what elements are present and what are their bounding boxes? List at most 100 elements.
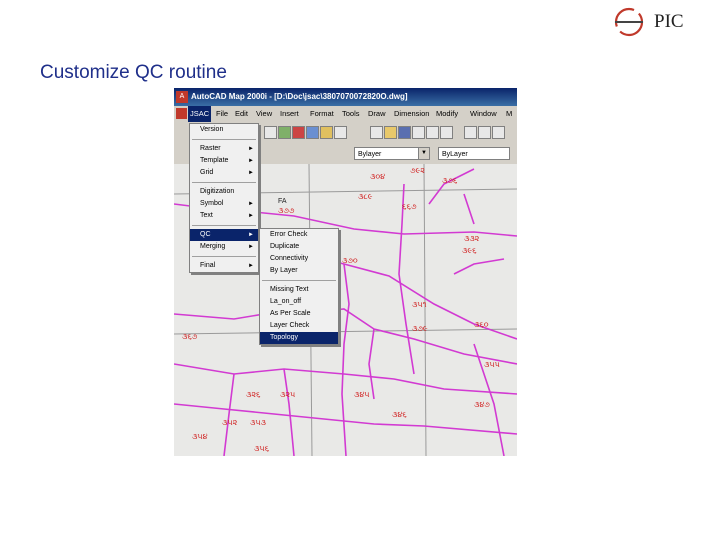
menu-item-label: Error Check <box>270 231 308 238</box>
submenu-arrow-icon: ► <box>248 201 254 207</box>
menu-format[interactable]: Format <box>308 106 336 122</box>
map-label: ૩૨૬ <box>246 390 261 399</box>
layer-icon[interactable] <box>278 126 291 139</box>
menu-item-duplicate[interactable]: Duplicate <box>260 241 338 253</box>
menu-item-version[interactable]: Version <box>190 124 258 136</box>
map-label: ૩૫૬ <box>254 444 270 453</box>
document-system-icon[interactable] <box>176 108 187 119</box>
submenu-arrow-icon: ► <box>248 170 254 176</box>
menu-item-label: Raster <box>200 145 221 152</box>
menu-item-grid[interactable]: Grid ► <box>190 167 258 179</box>
map-label: ૩૫૩ <box>250 418 266 427</box>
map-label: ૩૭૯ <box>412 324 428 333</box>
autocad-screenshot: A AutoCAD Map 2000i - [D:\Doc\jsac\38070… <box>174 88 517 456</box>
copy-icon[interactable] <box>478 126 491 139</box>
menu-item-label: By Layer <box>270 267 298 274</box>
menu-item-label: Template <box>200 157 229 164</box>
menu-item-missing-text[interactable]: Missing Text <box>260 284 338 296</box>
menu-item-final[interactable]: Final ► <box>190 260 258 272</box>
menu-item-label: Layer Check <box>270 322 310 329</box>
menu-draw[interactable]: Draw <box>366 106 388 122</box>
linetype-combo[interactable]: ByLayer <box>438 147 510 160</box>
menu-item-as-per-scale[interactable]: As Per Scale <box>260 308 338 320</box>
menu-modify[interactable]: Modify <box>434 106 460 122</box>
menu-insert[interactable]: Insert <box>278 106 301 122</box>
map-label: ૩૮૯ <box>358 192 373 201</box>
new-file-icon[interactable] <box>370 126 383 139</box>
map-label: ૩૬૦ <box>474 320 489 329</box>
map-label: ૩૯૬ <box>462 246 477 255</box>
paste-icon[interactable] <box>492 126 505 139</box>
map-label: ૭૯૨ <box>410 166 425 175</box>
print-preview-icon[interactable] <box>412 126 425 139</box>
submenu-arrow-icon: ► <box>248 244 254 250</box>
menu-jsac[interactable]: JSAC <box>188 106 212 122</box>
menu-item-topology[interactable]: Topology <box>260 332 338 344</box>
menu-item-label: Duplicate <box>270 243 300 250</box>
submenu-arrow-icon: ► <box>248 213 254 219</box>
menu-item-label: Version <box>200 126 224 133</box>
menu-separator <box>192 182 256 183</box>
menu-edit[interactable]: Edit <box>233 106 250 122</box>
menu-item-label: Digitization <box>200 188 235 195</box>
menu-item-text[interactable]: Text ► <box>190 210 258 222</box>
undo-icon[interactable] <box>334 126 347 139</box>
map-label: ૩૪૬ <box>392 410 407 419</box>
submenu-arrow-icon: ► <box>248 158 254 164</box>
map-label: ૬૬૭ <box>402 202 417 211</box>
color-combo[interactable]: Bylayer ▼ <box>354 147 430 160</box>
window-title: AutoCAD Map 2000i - [D:\Doc\jsac\3807070… <box>191 92 408 101</box>
menu-item-template[interactable]: Template ► <box>190 155 258 167</box>
map-label: ૩૭૭ <box>278 206 295 215</box>
menu-dimension[interactable]: Dimension <box>392 106 431 122</box>
menu-item-label: QC <box>200 231 211 238</box>
map-label: FA <box>278 198 287 205</box>
menu-item-digitization[interactable]: Digitization <box>190 186 258 198</box>
chevron-down-icon: ▼ <box>418 148 429 159</box>
brand-label: PIC <box>654 11 684 32</box>
menu-item-merging[interactable]: Merging ► <box>190 241 258 253</box>
menu-item-connectivity[interactable]: Connectivity <box>260 253 338 265</box>
map-label: ૩૫૪ <box>192 432 208 441</box>
autocad-app-icon: A <box>176 91 188 103</box>
properties-icon[interactable] <box>306 126 319 139</box>
tool-icon[interactable] <box>320 126 333 139</box>
menu-item-symbol[interactable]: Symbol ► <box>190 198 258 210</box>
color-icon[interactable] <box>292 126 305 139</box>
menu-tools[interactable]: Tools <box>340 106 362 122</box>
jsac-dropdown-menu: Version Raster ► Template ► Grid ► Digitiza… <box>189 123 259 273</box>
menu-file[interactable]: File <box>214 106 230 122</box>
menu-item-layer-check[interactable]: Layer Check <box>260 320 338 332</box>
menu-more[interactable]: M <box>504 106 514 122</box>
menu-item-by-layer[interactable]: By Layer <box>260 265 338 277</box>
print-icon[interactable] <box>264 126 277 139</box>
menu-window[interactable]: Window <box>468 106 499 122</box>
menu-separator <box>192 225 256 226</box>
menu-view[interactable]: View <box>254 106 274 122</box>
map-label: ૩૩૨ <box>464 234 480 243</box>
menu-item-la-on-off[interactable]: La_on_off <box>260 296 338 308</box>
map-label: ૩૪૫ <box>354 390 370 399</box>
menu-item-raster[interactable]: Raster ► <box>190 143 258 155</box>
submenu-arrow-icon: ► <box>248 146 254 152</box>
open-file-icon[interactable] <box>384 126 397 139</box>
menu-item-label: Missing Text <box>270 286 309 293</box>
plot-icon[interactable] <box>426 126 439 139</box>
submenu-arrow-icon: ► <box>248 263 254 269</box>
menu-separator <box>262 280 336 281</box>
menu-item-qc[interactable]: QC ► <box>190 229 258 241</box>
menu-item-label: Connectivity <box>270 255 309 262</box>
menu-item-label: Grid <box>200 169 214 176</box>
menu-separator <box>192 256 256 257</box>
menu-item-error-check[interactable]: Error Check <box>260 229 338 241</box>
qc-submenu: Error Check Duplicate Connectivity By La… <box>259 228 339 345</box>
menubar: JSAC File Edit View Insert Format Tools … <box>174 106 517 122</box>
submenu-arrow-icon: ► <box>248 232 254 238</box>
spell-icon[interactable] <box>440 126 453 139</box>
menu-separator <box>192 139 256 140</box>
menu-item-label: Text <box>200 212 213 219</box>
linetype-combo-value: ByLayer <box>442 151 468 158</box>
menu-item-label: Merging <box>200 243 226 250</box>
save-icon[interactable] <box>398 126 411 139</box>
cut-icon[interactable] <box>464 126 477 139</box>
